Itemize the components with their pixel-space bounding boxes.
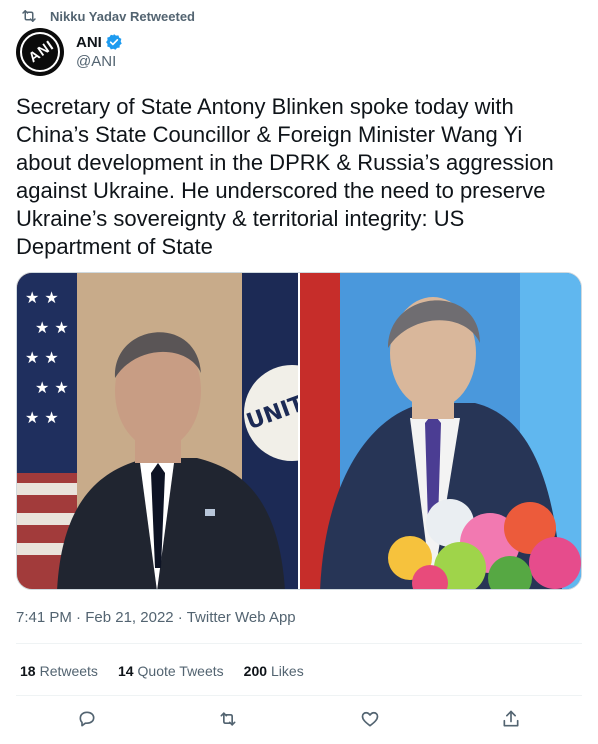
tweet-actions [16, 706, 582, 736]
tweet-media[interactable]: ★ ★ ★ ★ ★ ★ ★ ★ ★ ★ UNITE [16, 272, 582, 590]
reply-icon [77, 709, 97, 734]
quote-tweets-stat[interactable]: 14 Quote Tweets [118, 661, 224, 681]
reply-button[interactable] [75, 709, 99, 733]
retweet-context[interactable]: Nikku Yadav Retweeted [20, 6, 195, 26]
meta-separator: · [173, 609, 187, 626]
wang-yi-photo [300, 273, 581, 589]
media-photo-left[interactable]: ★ ★ ★ ★ ★ ★ ★ ★ ★ ★ UNITE [17, 273, 298, 589]
quote-tweets-count: 14 [117, 663, 134, 679]
svg-text:★ ★: ★ ★ [35, 318, 69, 337]
svg-text:★ ★: ★ ★ [25, 408, 59, 427]
divider [16, 695, 582, 696]
tweet-date[interactable]: Feb 21, 2022 [85, 609, 173, 626]
retweets-label: Retweets [39, 663, 98, 679]
svg-text:★ ★: ★ ★ [25, 348, 59, 367]
blinken-photo: ★ ★ ★ ★ ★ ★ ★ ★ ★ ★ UNITE [17, 273, 298, 589]
like-icon [360, 709, 380, 734]
divider [16, 643, 582, 644]
svg-text:★ ★: ★ ★ [25, 288, 59, 307]
share-icon [501, 709, 521, 734]
quote-tweets-label: Quote Tweets [137, 663, 224, 679]
like-button[interactable] [358, 709, 382, 733]
avatar[interactable]: ANI [16, 28, 64, 76]
svg-text:★ ★: ★ ★ [35, 378, 69, 397]
likes-count: 200 [243, 663, 268, 679]
retweet-icon [218, 709, 238, 734]
retweet-context-label: Nikku Yadav Retweeted [50, 8, 195, 24]
retweet-icon [20, 7, 38, 25]
media-photo-right[interactable] [300, 273, 581, 589]
retweets-count: 18 [20, 663, 36, 679]
retweet-button[interactable] [216, 709, 240, 733]
share-button[interactable] [499, 709, 523, 733]
tweet-author[interactable]: ANI ANI @ANI [16, 28, 123, 76]
tweet-time[interactable]: 7:41 PM [16, 609, 72, 626]
tweet-text: Secretary of State Antony Blinken spoke … [16, 94, 554, 259]
tweet-stats: 18 Retweets 14 Quote Tweets 200 Likes [20, 661, 324, 681]
verified-badge-icon [105, 33, 123, 51]
likes-label: Likes [271, 663, 304, 679]
tweet-source[interactable]: Twitter Web App [187, 609, 296, 626]
author-handle[interactable]: @ANI [76, 52, 123, 72]
likes-stat[interactable]: 200 Likes [244, 661, 304, 681]
retweets-stat[interactable]: 18 Retweets [20, 661, 98, 681]
meta-separator: · [71, 609, 86, 626]
author-name[interactable]: ANI [76, 34, 102, 51]
tweet-meta: 7:41 PM · Feb 21, 2022 · Twitter Web App [16, 608, 296, 628]
